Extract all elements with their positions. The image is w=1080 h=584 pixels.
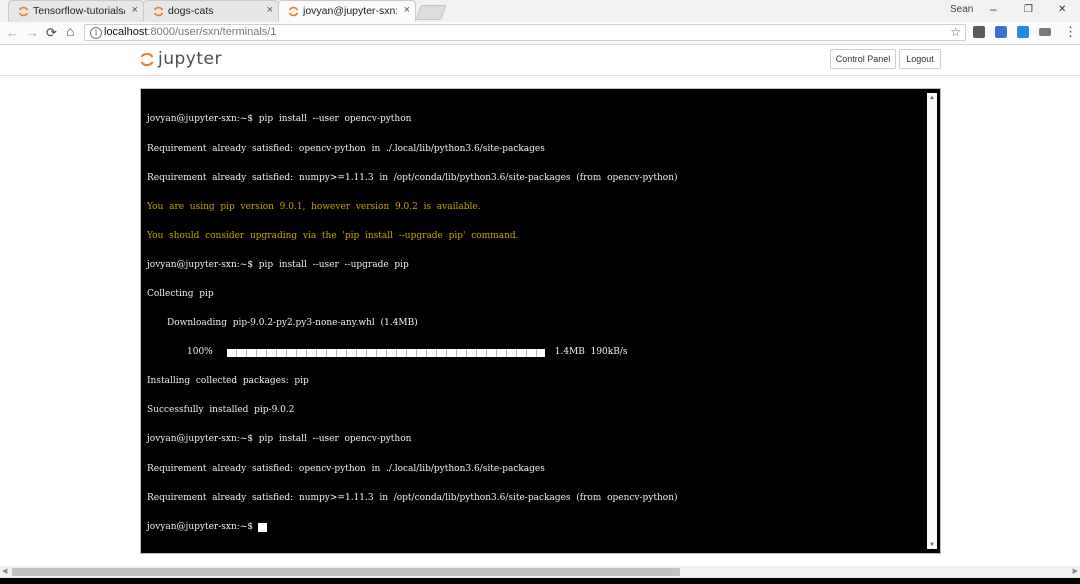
terminal-prompt-line[interactable]: jovyan@jupyter-sxn:~$ [147,521,917,533]
jupyter-header: jupyter Control Panel Logout [0,45,1080,76]
extension-icon[interactable] [1017,26,1029,38]
tab-close-icon[interactable]: × [132,4,138,16]
browser-menu-icon[interactable]: ⋮ [1064,24,1077,40]
translate-extension-icon[interactable] [995,26,1007,38]
reload-icon[interactable]: ⟳ [46,25,57,41]
tab-close-icon[interactable]: × [267,4,273,16]
scroll-up-icon[interactable]: ▲ [929,95,935,101]
jupyter-favicon-icon [18,6,29,17]
back-icon[interactable]: ← [6,25,19,40]
tab-title: dogs-cats [168,5,214,17]
logout-button[interactable]: Logout [899,49,941,69]
address-bar[interactable]: i localhost:8000/user/sxn/terminals/1 ☆ [84,24,966,41]
terminal-line: Successfully installed pip-9.0.2 [147,405,295,416]
url-host: localhost [104,26,148,38]
terminal-line: Requirement already satisfied: opencv-py… [147,143,545,154]
terminal-line: Requirement already satisfied: opencv-py… [147,463,545,474]
terminal-prompt: jovyan@jupyter-sxn:~$ [147,521,254,532]
address-url[interactable]: localhost:8000/user/sxn/terminals/1 [104,26,276,38]
jupyter-favicon-icon [153,6,164,17]
jupyter-logo-text: jupyter [158,49,222,69]
bookmark-star-icon[interactable]: ☆ [950,25,961,39]
terminal-line: Requirement already satisfied: numpy>=1.… [147,172,678,183]
tab-tensorflow-tutorials[interactable]: Tensorflow-tutorials/t × [8,0,144,22]
tab-terminal[interactable]: jovyan@jupyter-sxn: ~ × [278,0,416,22]
site-info-icon[interactable]: i [90,27,102,39]
terminal-line: Requirement already satisfied: numpy>=1.… [147,492,678,503]
terminal-warning-line: You are using pip version 9.0.1, however… [147,201,481,212]
terminal-warning-line: You should consider upgrading via the 'p… [147,230,519,241]
forward-icon[interactable]: → [26,25,39,40]
control-panel-button[interactable]: Control Panel [830,49,896,69]
jupyter-favicon-icon [288,6,299,17]
new-tab-button[interactable] [415,5,447,20]
tab-title: jovyan@jupyter-sxn: ~ [303,5,397,17]
scroll-right-icon[interactable]: ▶ [1073,567,1078,575]
tab-close-icon[interactable]: × [404,4,410,16]
terminal-line: Collecting pip [147,288,214,299]
terminal-line: Installing collected packages: pip [147,376,309,387]
window-close-icon[interactable]: ✕ [1058,4,1066,15]
terminal-line: jovyan@jupyter-sxn:~$ pip install --user… [147,114,412,125]
download-progress-line: 100% 1.4MB 190kB/s [147,347,917,358]
progress-rate: 1.4MB 190kB/s [554,347,628,358]
terminal-scrollbar[interactable]: ▲ ▼ [927,93,937,549]
jupyter-logo-icon [140,53,154,66]
download-progress-bar [226,349,545,358]
progress-bar-fill [226,349,545,358]
home-icon[interactable]: ⌂ [66,23,74,39]
terminal-line: jovyan@jupyter-sxn:~$ pip install --user… [147,434,412,445]
terminal-line: jovyan@jupyter-sxn:~$ pip install --user… [147,259,409,270]
extension-icon[interactable] [1039,28,1051,36]
terminal-line: Downloading pip-9.0.2-py2.py3-none-any.w… [167,318,418,329]
terminal-cursor [258,522,268,532]
tab-strip: Tensorflow-tutorials/t × dogs-cats × jov… [0,0,1080,22]
profile-name[interactable]: Sean [950,4,973,15]
scroll-left-icon[interactable]: ◀ [2,567,7,575]
scrollbar-thumb[interactable] [12,568,680,576]
scroll-down-icon[interactable]: ▼ [929,542,935,548]
extension-icon[interactable] [973,26,985,38]
minimize-icon[interactable]: – [990,2,997,16]
restore-icon[interactable]: ❐ [1024,4,1033,15]
taskbar-edge [0,578,1080,584]
tab-dogs-cats[interactable]: dogs-cats × [143,0,279,22]
tab-title: Tensorflow-tutorials/t [33,5,125,17]
url-path: :8000/user/sxn/terminals/1 [147,26,277,38]
terminal-output: jovyan@jupyter-sxn:~$ pip install --user… [147,96,917,552]
terminal-window[interactable]: jovyan@jupyter-sxn:~$ pip install --user… [140,88,941,554]
progress-percent: 100% [187,347,213,358]
page-horizontal-scrollbar[interactable]: ◀ ▶ [0,566,1080,578]
browser-toolbar: ← → ⟳ ⌂ i localhost:8000/user/sxn/termin… [0,22,1080,45]
